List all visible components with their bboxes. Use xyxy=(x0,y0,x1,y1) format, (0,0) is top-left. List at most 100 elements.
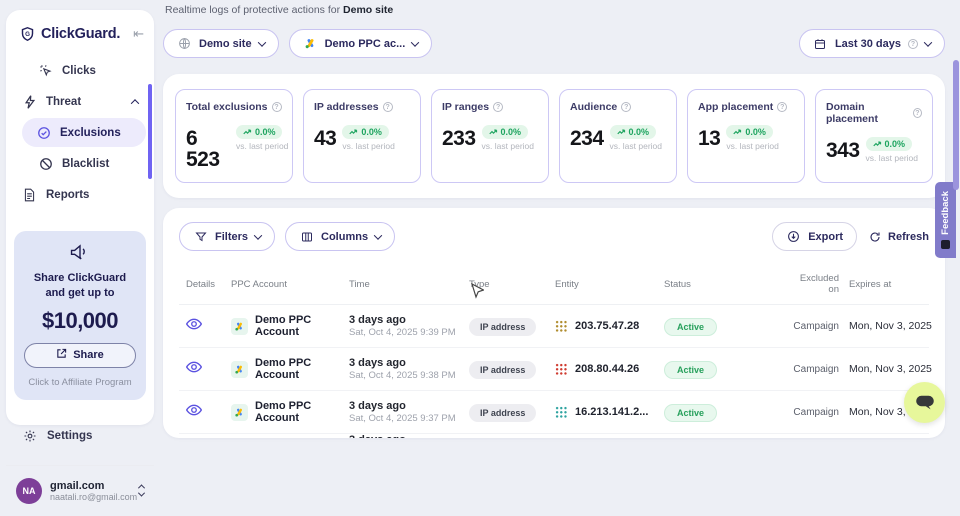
stats-panel: Total exclusions ? 6 523 0.0% vs. last p… xyxy=(163,74,945,198)
click-cursor-icon xyxy=(38,63,53,78)
entity-value: 16.213.141.2... xyxy=(575,406,648,418)
trend-up-icon xyxy=(489,128,498,136)
blacklist-ban-icon xyxy=(38,156,53,171)
ppc-account-dropdown[interactable]: Demo PPC ac... xyxy=(289,29,433,58)
status-badge: Active xyxy=(664,361,717,379)
main-content: Realtime logs of protective actions for … xyxy=(163,0,945,438)
table-row[interactable]: Demo PPC Account 3 days ago Sat, Oct 4, … xyxy=(179,305,929,348)
site-selector-value: Demo site xyxy=(199,38,252,50)
sidebar-collapse-icon[interactable]: ⇤ xyxy=(133,26,144,42)
col-entity: Entity xyxy=(555,279,664,290)
sidebar-item-exclusions[interactable]: Exclusions xyxy=(22,118,146,147)
ppc-account-value: Demo PPC ac... xyxy=(325,38,406,50)
affiliate-promo-card[interactable]: Share ClickGuard and get up to $10,000 S… xyxy=(14,231,146,400)
stat-change-badge: 0.0% xyxy=(236,125,283,139)
sidebar-item-settings[interactable]: Settings xyxy=(14,422,146,451)
threat-lightning-icon xyxy=(22,94,37,109)
chevron-down-icon xyxy=(257,38,265,46)
share-button[interactable]: Share xyxy=(24,343,136,368)
stat-value: 6 523 xyxy=(186,128,230,170)
col-type: Type xyxy=(469,279,555,290)
sidebar-item-blacklist[interactable]: Blacklist xyxy=(30,149,146,178)
refresh-label: Refresh xyxy=(888,231,929,243)
share-button-label: Share xyxy=(73,349,104,361)
globe-icon xyxy=(177,36,192,51)
avatar: NA xyxy=(16,478,42,504)
filters-dropdown[interactable]: Filters xyxy=(179,222,275,251)
svg-text:G: G xyxy=(25,31,30,38)
stat-change-badge: 0.0% xyxy=(726,125,773,139)
type-badge: IP address xyxy=(469,318,536,336)
table-header-row: Details PPC Account Time Type Entity Sta… xyxy=(179,273,929,305)
sidebar-item-label: Reports xyxy=(46,189,89,201)
page-scrollbar-thumb[interactable] xyxy=(953,60,959,190)
gear-icon xyxy=(22,429,37,444)
stat-label: App placement xyxy=(698,101,773,113)
trend-up-icon xyxy=(733,128,742,136)
ppc-account-name: Demo PPC Account xyxy=(255,357,349,381)
stat-card: App placement ? 13 0.0% vs. last period xyxy=(687,89,805,183)
feedback-label: Feedback xyxy=(940,191,951,235)
google-ads-icon xyxy=(231,361,248,378)
info-icon[interactable]: ? xyxy=(272,102,282,112)
info-icon[interactable]: ? xyxy=(777,102,787,112)
chevron-up-icon xyxy=(131,99,139,107)
info-icon[interactable]: ? xyxy=(383,102,393,112)
chevron-down-icon xyxy=(924,38,932,46)
sidebar-item-reports[interactable]: Reports xyxy=(14,180,146,209)
sidebar-item-threat[interactable]: Threat xyxy=(14,87,146,116)
entity-value: 203.75.47.28 xyxy=(575,320,639,332)
table-row-partial: 3 days ago xyxy=(179,434,929,438)
table-row[interactable]: Demo PPC Account 3 days ago Sat, Oct 4, … xyxy=(179,391,929,434)
export-button[interactable]: Export xyxy=(772,222,857,251)
excluded-on-value: Campaign xyxy=(777,407,849,418)
promo-amount: $10,000 xyxy=(24,308,136,334)
stat-compare-label: vs. last period xyxy=(726,141,778,151)
date-range-dropdown[interactable]: Last 30 days ? xyxy=(799,29,945,58)
info-icon[interactable]: ? xyxy=(493,102,503,112)
columns-label: Columns xyxy=(321,231,368,243)
export-download-icon xyxy=(786,229,801,244)
stat-compare-label: vs. last period xyxy=(866,153,918,163)
page-subtitle: Realtime logs of protective actions for … xyxy=(163,0,945,16)
details-eye-icon[interactable] xyxy=(186,403,202,420)
stat-change-badge: 0.0% xyxy=(610,125,657,139)
chat-launcher-button[interactable] xyxy=(904,382,945,423)
info-icon: ? xyxy=(908,39,918,49)
info-icon[interactable]: ? xyxy=(621,102,631,112)
promo-caption: Click to Affiliate Program xyxy=(24,377,136,388)
status-badge: Active xyxy=(664,404,717,422)
feedback-tab[interactable]: Feedback xyxy=(935,182,956,258)
refresh-button[interactable]: Refresh xyxy=(867,229,929,244)
columns-dropdown[interactable]: Columns xyxy=(285,222,395,251)
stat-value: 343 xyxy=(826,140,860,161)
info-icon[interactable]: ? xyxy=(913,108,922,118)
sidebar-scrollbar[interactable] xyxy=(148,84,152,179)
stat-value: 233 xyxy=(442,128,476,149)
sidebar-item-label: Clicks xyxy=(62,65,96,77)
sidebar-item-clicks[interactable]: Clicks xyxy=(30,56,146,85)
time-absolute: Sat, Oct 4, 2025 9:39 PM xyxy=(349,327,469,338)
stat-label: Total exclusions xyxy=(186,101,268,113)
funnel-icon xyxy=(193,229,208,244)
stat-value: 13 xyxy=(698,128,720,149)
stat-value: 234 xyxy=(570,128,604,149)
chat-bubble-icon xyxy=(915,395,935,411)
col-time: Time xyxy=(349,279,469,290)
account-switcher[interactable]: NA gmail.com naatali.ro@gmail.com xyxy=(6,466,154,516)
entity-identicon xyxy=(555,406,568,419)
google-ads-icon xyxy=(231,404,248,421)
sidebar-item-label: Blacklist xyxy=(62,158,109,170)
site-selector-dropdown[interactable]: Demo site xyxy=(163,29,279,58)
time-absolute: Sat, Oct 4, 2025 9:37 PM xyxy=(349,413,469,424)
entity-identicon xyxy=(555,320,568,333)
details-eye-icon[interactable] xyxy=(186,360,202,377)
table-row[interactable]: Demo PPC Account 3 days ago Sat, Oct 4, … xyxy=(179,348,929,391)
subtitle-text: Realtime logs of protective actions for xyxy=(165,4,340,16)
clickguard-shield-logo-icon: G xyxy=(20,27,35,42)
stat-label: IP ranges xyxy=(442,101,489,113)
exclusions-check-icon xyxy=(36,125,51,140)
col-details: Details xyxy=(179,279,231,290)
details-eye-icon[interactable] xyxy=(186,317,202,334)
sidebar-nav: Clicks Threat Exclusions Blacklist xyxy=(6,56,154,209)
